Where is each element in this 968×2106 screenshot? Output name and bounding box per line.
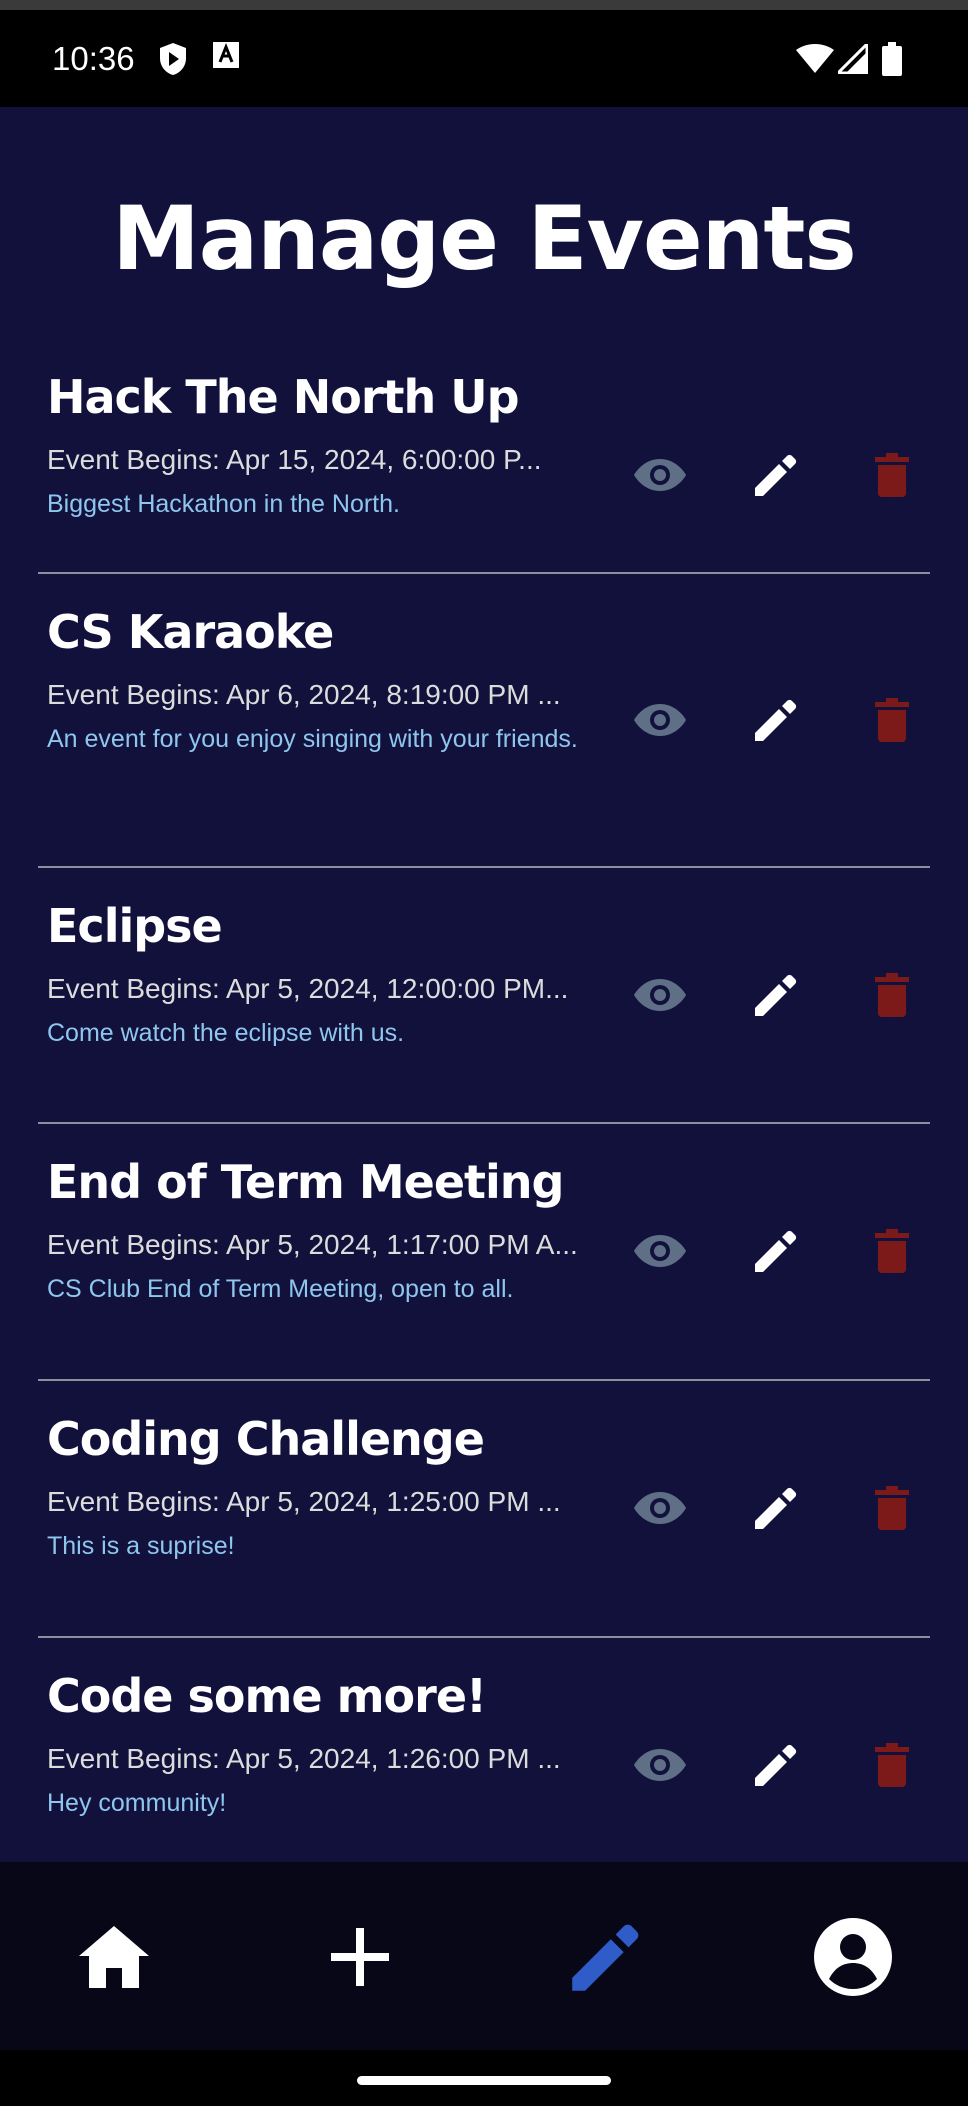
event-card[interactable]: CS Karaoke Event Begins: Apr 6, 2024, 8:… bbox=[38, 574, 930, 868]
view-event-button[interactable] bbox=[628, 1219, 692, 1283]
eye-icon bbox=[634, 1492, 686, 1524]
eye-icon bbox=[634, 459, 686, 491]
delete-event-button[interactable] bbox=[860, 688, 924, 752]
edit-event-button[interactable] bbox=[744, 688, 808, 752]
manage-events-screen: Manage Events Hack The North Up Event Be… bbox=[0, 107, 968, 1862]
shield-play-icon bbox=[158, 42, 188, 80]
event-name: Eclipse bbox=[47, 899, 223, 953]
wifi-icon bbox=[796, 44, 834, 78]
event-begins: Event Begins: Apr 5, 2024, 1:17:00 PM A.… bbox=[47, 1229, 578, 1260]
trash-icon bbox=[875, 453, 909, 497]
event-name: Hack The North Up bbox=[47, 370, 520, 424]
page-title: Manage Events bbox=[112, 187, 857, 290]
event-name: CS Karaoke bbox=[47, 605, 334, 659]
pencil-icon bbox=[755, 1230, 797, 1272]
nav-account-button[interactable] bbox=[803, 1907, 903, 2007]
eye-icon bbox=[634, 1235, 686, 1267]
event-description: Hey community! bbox=[47, 1789, 227, 1817]
edit-event-button[interactable] bbox=[744, 1476, 808, 1540]
status-time: 10:36 bbox=[52, 40, 135, 77]
event-name: End of Term Meeting bbox=[47, 1155, 564, 1209]
delete-event-button[interactable] bbox=[860, 1733, 924, 1797]
nav-home-button[interactable] bbox=[64, 1907, 164, 2007]
event-card[interactable]: Coding Challenge Event Begins: Apr 5, 20… bbox=[38, 1381, 930, 1638]
pencil-icon bbox=[755, 699, 797, 741]
trash-icon bbox=[875, 1743, 909, 1787]
event-name: Code some more! bbox=[47, 1669, 487, 1723]
pencil-icon bbox=[755, 1744, 797, 1786]
event-description: This is a suprise! bbox=[47, 1532, 235, 1560]
event-name: Coding Challenge bbox=[47, 1412, 485, 1466]
trash-icon bbox=[875, 698, 909, 742]
account-icon bbox=[814, 1918, 892, 1996]
home-gesture-bar[interactable] bbox=[357, 2076, 611, 2085]
pencil-icon bbox=[755, 974, 797, 1016]
pencil-icon bbox=[755, 1487, 797, 1529]
delete-event-button[interactable] bbox=[860, 963, 924, 1027]
eye-icon bbox=[634, 979, 686, 1011]
event-begins: Event Begins: Apr 15, 2024, 6:00:00 P... bbox=[47, 444, 542, 475]
nav-add-button[interactable] bbox=[310, 1907, 410, 2007]
bottom-navigation bbox=[0, 1862, 968, 2050]
trash-icon bbox=[875, 1486, 909, 1530]
event-description: CS Club End of Term Meeting, open to all… bbox=[47, 1275, 514, 1303]
event-description: An event for you enjoy singing with your… bbox=[47, 725, 578, 753]
event-begins: Event Begins: Apr 5, 2024, 12:00:00 PM..… bbox=[47, 973, 569, 1004]
view-event-button[interactable] bbox=[628, 688, 692, 752]
trash-icon bbox=[875, 1229, 909, 1273]
edit-event-button[interactable] bbox=[744, 443, 808, 507]
edit-event-button[interactable] bbox=[744, 1733, 808, 1797]
event-description: Come watch the eclipse with us. bbox=[47, 1019, 405, 1047]
view-event-button[interactable] bbox=[628, 1733, 692, 1797]
eye-icon bbox=[634, 704, 686, 736]
battery-icon bbox=[882, 42, 902, 80]
event-begins: Event Begins: Apr 5, 2024, 1:25:00 PM ..… bbox=[47, 1486, 561, 1517]
top-edge bbox=[0, 0, 968, 10]
event-card[interactable]: End of Term Meeting Event Begins: Apr 5,… bbox=[38, 1124, 930, 1381]
home-icon bbox=[79, 1926, 149, 1988]
view-event-button[interactable] bbox=[628, 1476, 692, 1540]
event-card[interactable]: Code some more! Event Begins: Apr 5, 202… bbox=[38, 1638, 930, 1862]
event-card[interactable]: Eclipse Event Begins: Apr 5, 2024, 12:00… bbox=[38, 868, 930, 1124]
pencil-icon bbox=[755, 454, 797, 496]
event-begins: Event Begins: Apr 6, 2024, 8:19:00 PM ..… bbox=[47, 679, 561, 710]
edit-event-button[interactable] bbox=[744, 963, 808, 1027]
trash-icon bbox=[875, 973, 909, 1017]
view-event-button[interactable] bbox=[628, 443, 692, 507]
event-description: Biggest Hackathon in the North. bbox=[47, 490, 400, 518]
font-a-icon bbox=[213, 42, 239, 72]
edit-icon bbox=[572, 1924, 639, 1991]
delete-event-button[interactable] bbox=[860, 1476, 924, 1540]
view-event-button[interactable] bbox=[628, 963, 692, 1027]
event-card[interactable]: Hack The North Up Event Begins: Apr 15, … bbox=[38, 337, 930, 574]
status-bar: 10:36 bbox=[0, 10, 968, 107]
eye-icon bbox=[634, 1749, 686, 1781]
delete-event-button[interactable] bbox=[860, 1219, 924, 1283]
add-icon bbox=[331, 1928, 389, 1986]
delete-event-button[interactable] bbox=[860, 443, 924, 507]
event-begins: Event Begins: Apr 5, 2024, 1:26:00 PM ..… bbox=[47, 1743, 561, 1774]
edit-event-button[interactable] bbox=[744, 1219, 808, 1283]
nav-manage-events-button[interactable] bbox=[556, 1907, 656, 2007]
signal-icon bbox=[834, 40, 869, 78]
